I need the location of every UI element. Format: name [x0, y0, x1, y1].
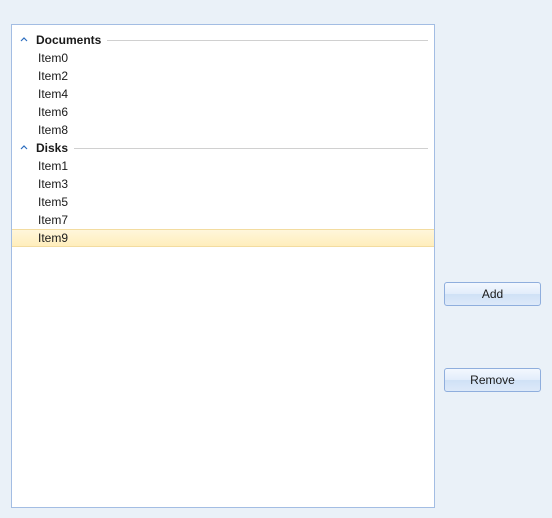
list-item-label: Item5	[38, 195, 68, 209]
list-item[interactable]: Item4	[12, 85, 434, 103]
list-item[interactable]: Item8	[12, 121, 434, 139]
list-item-label: Item6	[38, 105, 68, 119]
list-item[interactable]: Item2	[12, 67, 434, 85]
add-button[interactable]: Add	[444, 282, 541, 306]
list-item-label: Item9	[38, 231, 68, 245]
list-item[interactable]: Item5	[12, 193, 434, 211]
grouped-list[interactable]: Documents Item0 Item2 Item4 Item6 Item8 …	[11, 24, 435, 508]
list-item[interactable]: Item9	[12, 229, 434, 247]
remove-button[interactable]: Remove	[444, 368, 541, 392]
list-item-label: Item7	[38, 213, 68, 227]
group-title: Documents	[36, 33, 107, 47]
chevron-up-icon	[18, 142, 30, 154]
list-item[interactable]: Item0	[12, 49, 434, 67]
list-item-label: Item8	[38, 123, 68, 137]
chevron-up-icon	[18, 34, 30, 46]
group-rule	[107, 40, 428, 41]
list-item-label: Item2	[38, 69, 68, 83]
list-item[interactable]: Item3	[12, 175, 434, 193]
list-item-label: Item4	[38, 87, 68, 101]
list-item[interactable]: Item6	[12, 103, 434, 121]
list-item-label: Item1	[38, 159, 68, 173]
group-header-disks[interactable]: Disks	[12, 139, 434, 157]
group-header-documents[interactable]: Documents	[12, 31, 434, 49]
list-item[interactable]: Item7	[12, 211, 434, 229]
list-item-label: Item0	[38, 51, 68, 65]
group-title: Disks	[36, 141, 74, 155]
group-rule	[74, 148, 428, 149]
list-item[interactable]: Item1	[12, 157, 434, 175]
list-item-label: Item3	[38, 177, 68, 191]
